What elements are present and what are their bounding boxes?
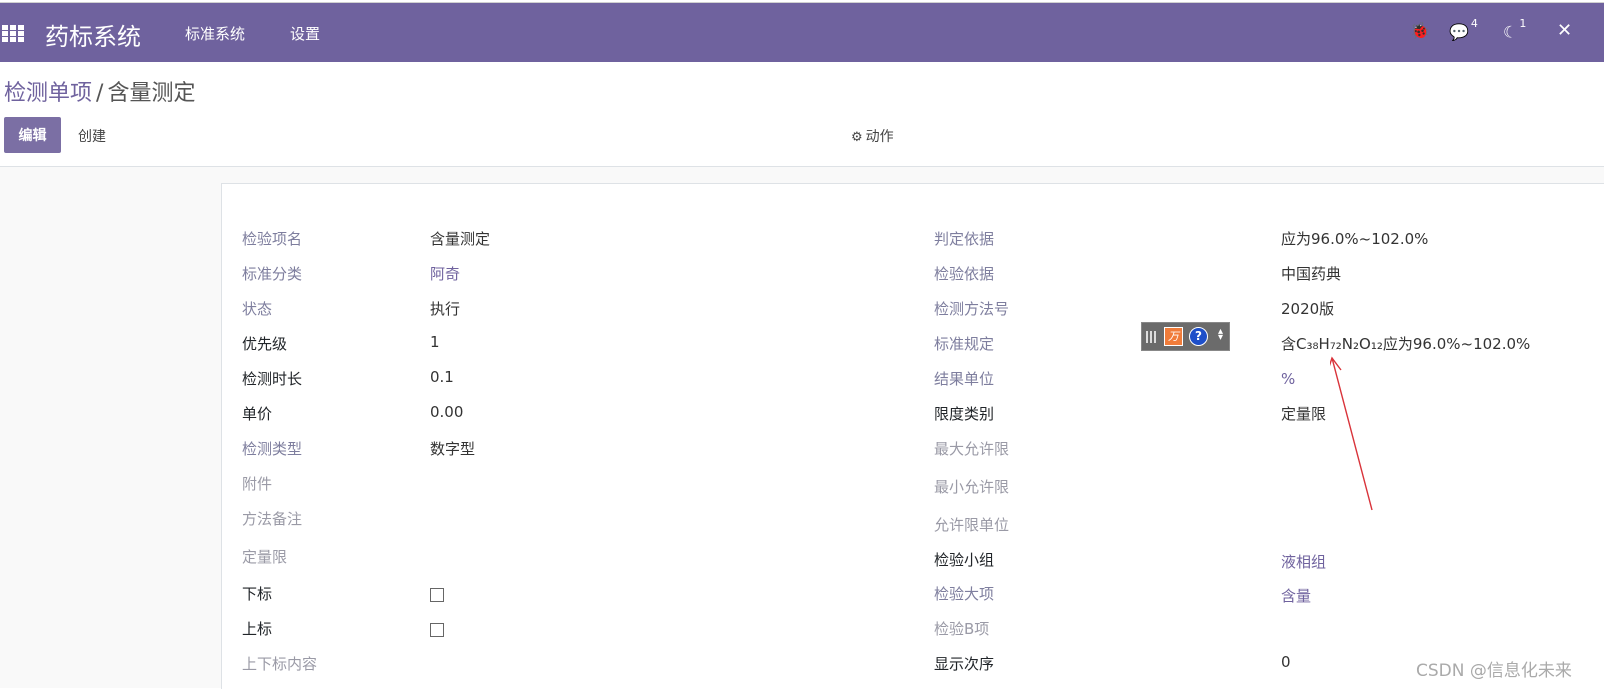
label-attachment: 附件 [242, 475, 273, 493]
action-label: 动作 [865, 129, 894, 145]
ime-toolbar[interactable]: 万 ? ▴ ▾ [1141, 322, 1230, 351]
label-test-type: 检测类型 [242, 440, 303, 458]
label-test-group: 检验小组 [934, 551, 995, 569]
drag-handle-icon[interactable] [1146, 331, 1158, 343]
debug-button[interactable]: 🐞 [1410, 21, 1430, 40]
label-limit-unit: 允许限单位 [934, 516, 1010, 534]
menu-settings[interactable]: 设置 [290, 23, 320, 44]
label-priority: 优先级 [242, 335, 288, 353]
label-min-limit: 最小允许限 [934, 478, 1010, 496]
label-test-major-item: 检验大项 [934, 585, 995, 603]
label-test-basis: 检验依据 [934, 265, 995, 283]
label-subscript: 下标 [242, 585, 273, 603]
app-brand[interactable]: 药标系统 [45, 17, 141, 52]
ime-logo-icon[interactable]: 万 [1164, 327, 1183, 346]
value-standard-rule: 含C₃₈H₇₂N₂O₁₂应为96.0%~102.0% [1281, 335, 1531, 353]
label-quant-limit: 定量限 [242, 548, 288, 566]
label-unit-price: 单价 [242, 405, 273, 423]
activities-badge: 1 [1519, 17, 1527, 30]
label-method-note: 方法备注 [242, 510, 303, 528]
value-judgement-basis: 应为96.0%~102.0% [1281, 230, 1429, 248]
value-limit-type: 定量限 [1281, 405, 1327, 423]
form-sheet [221, 183, 1604, 689]
label-superscript: 上标 [242, 620, 273, 638]
label-standard-rule: 标准规定 [934, 335, 995, 353]
label-status: 状态 [242, 300, 273, 318]
value-duration: 0.1 [430, 368, 454, 386]
label-duration: 检测时长 [242, 370, 303, 388]
activity-icon: ☾ [1503, 22, 1518, 42]
value-display-order: 0 [1281, 653, 1291, 671]
value-item-name: 含量测定 [430, 230, 491, 248]
label-result-unit: 结果单位 [934, 370, 995, 388]
more-icon[interactable]: ▴ ▾ [1218, 327, 1223, 343]
help-icon[interactable]: ? [1189, 327, 1208, 346]
label-standard-category: 标准分类 [242, 265, 303, 283]
gear-icon: ⚙ [851, 130, 863, 145]
action-dropdown[interactable]: ⚙ 动作 [851, 126, 894, 146]
menu-standard-system[interactable]: 标准系统 [185, 23, 245, 44]
superscript-checkbox[interactable] [430, 623, 444, 637]
breadcrumb-parent[interactable]: 检测单项 [4, 81, 92, 106]
label-method-number: 检测方法号 [934, 300, 1010, 318]
activities-button[interactable]: ☾ 1 [1503, 17, 1526, 42]
value-result-unit[interactable]: % [1281, 370, 1295, 388]
apps-grid-icon[interactable] [2, 25, 24, 42]
value-standard-category[interactable]: 阿奇 [430, 263, 460, 284]
bug-icon: 🐞 [1410, 21, 1430, 40]
close-button[interactable]: ✕ [1557, 20, 1572, 41]
label-limit-type: 限度类别 [934, 405, 995, 423]
value-method-number: 2020版 [1281, 300, 1335, 318]
breadcrumb-separator: / [96, 81, 104, 106]
messages-badge: 4 [1470, 17, 1478, 30]
messages-button[interactable]: 💬 4 [1449, 17, 1478, 42]
close-icon: ✕ [1557, 20, 1573, 41]
value-unit-price: 0.00 [430, 403, 464, 421]
edit-button[interactable]: 编辑 [4, 117, 61, 153]
breadcrumb: 检测单项 / 含量测定 [4, 75, 195, 107]
label-judgement-basis: 判定依据 [934, 230, 995, 248]
subscript-checkbox[interactable] [430, 588, 444, 602]
label-script-content: 上下标内容 [242, 655, 318, 673]
top-navbar: 药标系统 标准系统 设置 🐞 💬 4 ☾ 1 ✕ [0, 2, 1604, 62]
value-test-type: 数字型 [430, 440, 476, 458]
annotation-arrow [1330, 356, 1373, 511]
breadcrumb-current: 含量测定 [107, 81, 196, 106]
label-item-name: 检验项名 [242, 230, 303, 248]
chat-icon: 💬 [1449, 22, 1469, 42]
value-test-major-item[interactable]: 含量 [1281, 585, 1311, 606]
label-max-limit: 最大允许限 [934, 440, 1010, 458]
create-button[interactable]: 创建 [78, 126, 106, 146]
label-display-order: 显示次序 [934, 655, 995, 673]
value-status: 执行 [430, 300, 461, 318]
value-test-group[interactable]: 液相组 [1281, 551, 1326, 572]
value-test-basis: 中国药典 [1281, 265, 1342, 283]
watermark: CSDN @信息化未来 [1416, 661, 1572, 681]
label-test-b-item: 检验B项 [934, 620, 990, 638]
value-priority: 1 [430, 333, 440, 351]
